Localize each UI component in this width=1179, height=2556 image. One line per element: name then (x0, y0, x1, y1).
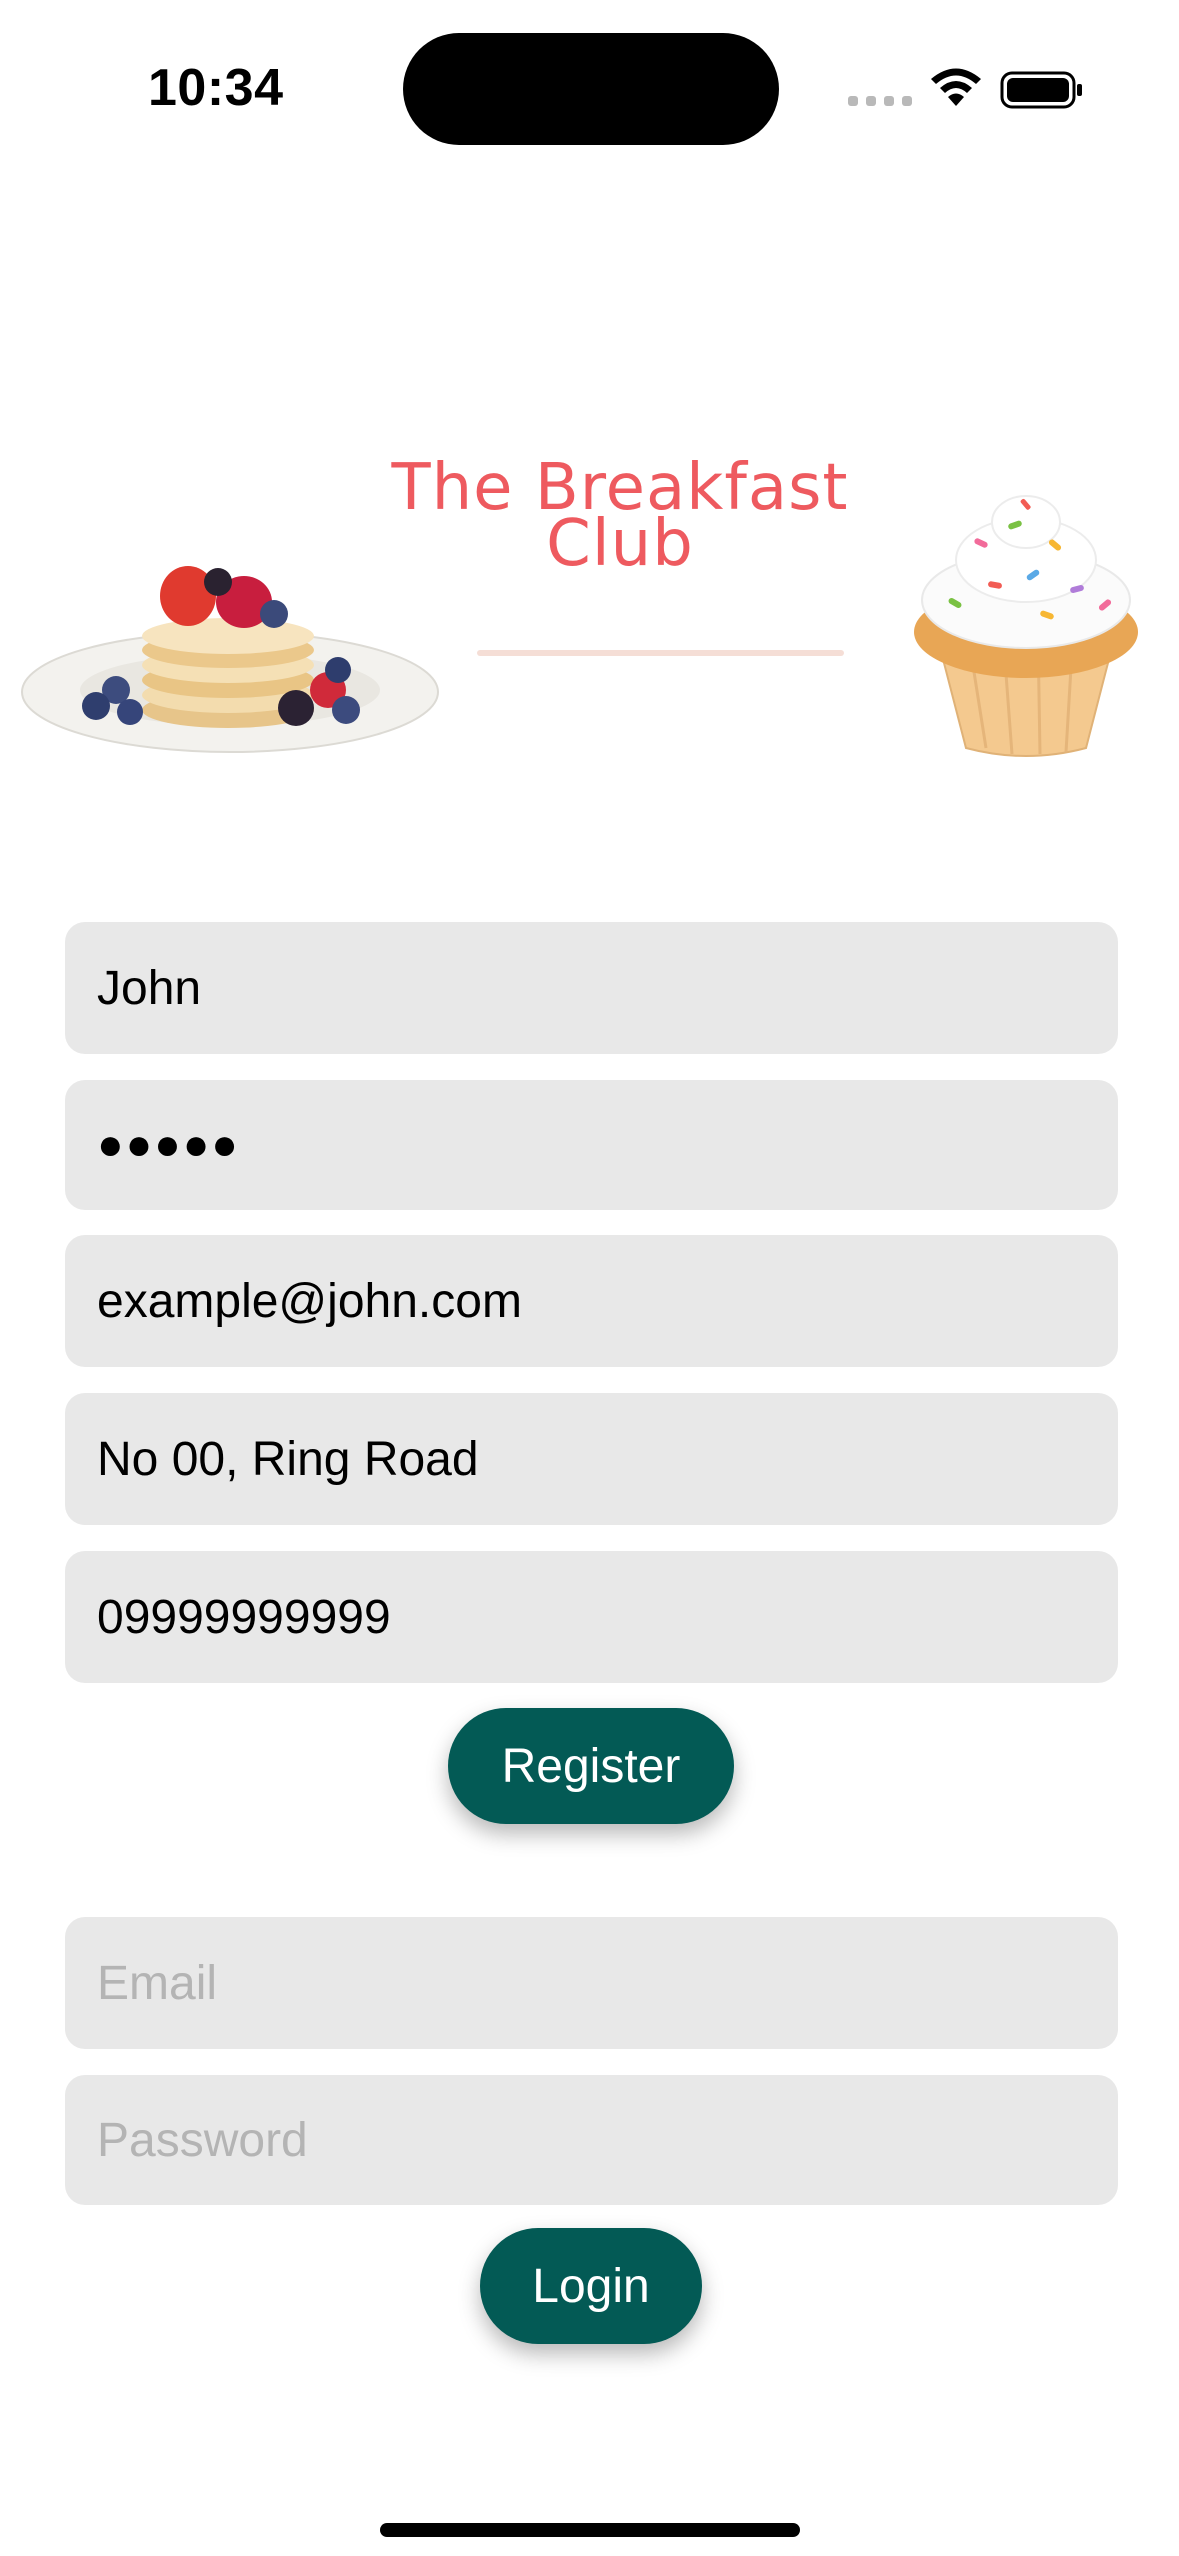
register-password-field[interactable]: ●●●●● (65, 1080, 1118, 1210)
home-indicator[interactable] (380, 2523, 800, 2537)
wifi-icon (931, 68, 981, 106)
title-underline (477, 650, 844, 656)
register-button[interactable]: Register (448, 1708, 734, 1824)
login-password-field[interactable]: Password (65, 2075, 1118, 2205)
dynamic-island (403, 33, 779, 145)
address-field[interactable]: No 00, Ring Road (65, 1393, 1118, 1525)
status-time: 10:34 (148, 59, 284, 117)
cellular-signal-icon (848, 96, 912, 106)
name-field[interactable]: John (65, 922, 1118, 1054)
cupcake-image (914, 495, 1138, 757)
pancake-plate-image (21, 566, 439, 753)
phone-field[interactable]: 09999999999 (65, 1551, 1118, 1683)
app-title: The Breakfast Club (380, 456, 860, 576)
login-email-field[interactable]: Email (65, 1917, 1118, 2049)
battery-icon (1000, 71, 1082, 109)
register-email-field[interactable]: example@john.com (65, 1235, 1118, 1367)
login-button[interactable]: Login (480, 2228, 702, 2344)
